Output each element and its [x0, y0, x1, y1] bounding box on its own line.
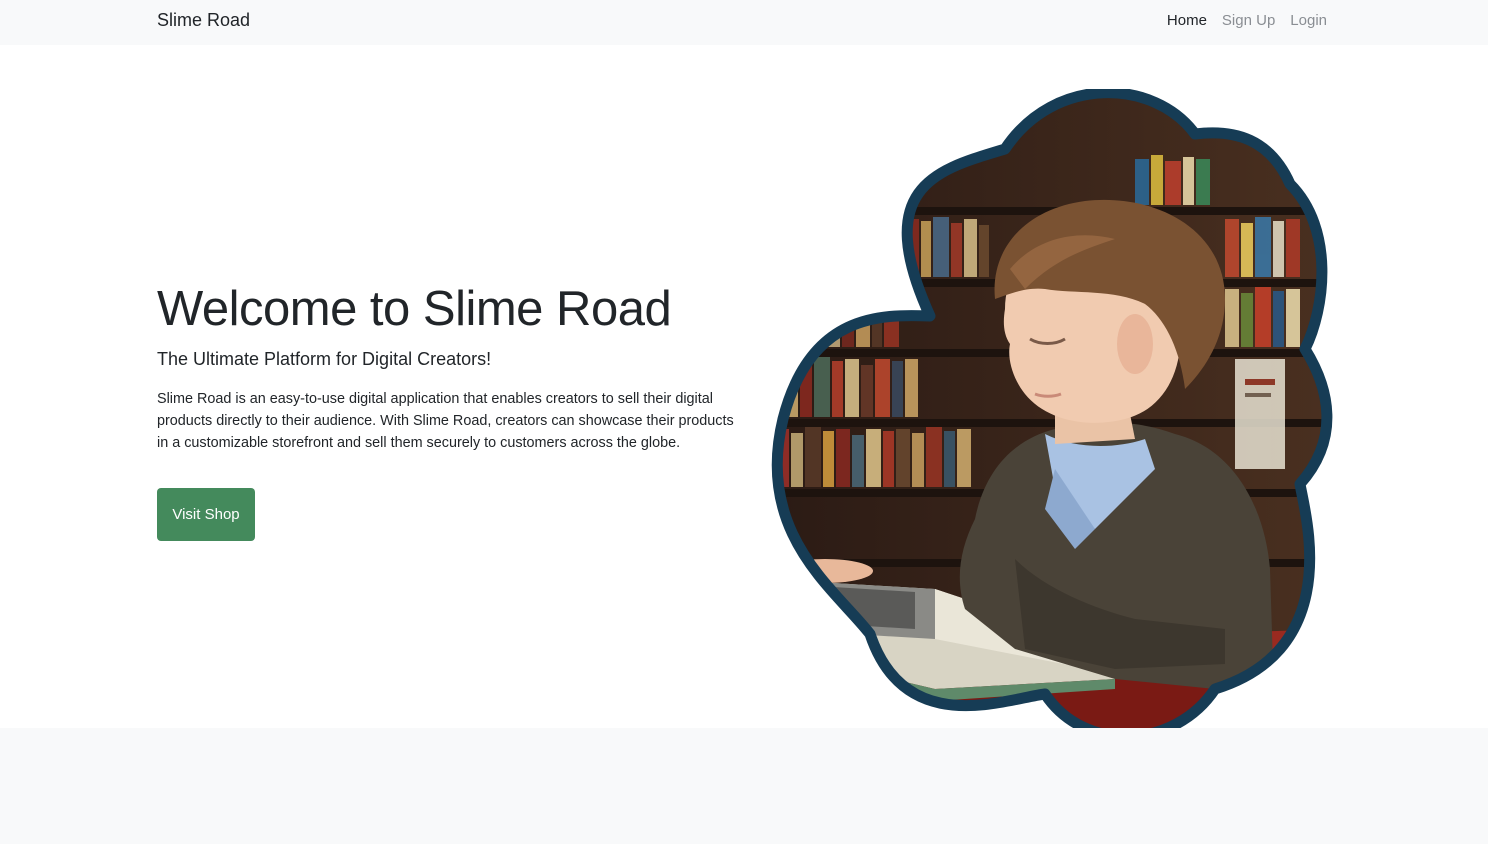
hero-description: Slime Road is an easy-to-use digital app… [157, 391, 734, 451]
nav-home-link[interactable]: Home [1167, 12, 1207, 29]
brand-link[interactable]: Slime Road [157, 10, 250, 31]
visit-shop-button[interactable]: Visit Shop [157, 488, 255, 541]
hero-section: Welcome to Slime Road The Ultimate Platf… [0, 45, 1488, 729]
nav-login-link[interactable]: Login [1290, 12, 1327, 29]
nav-signup-link[interactable]: Sign Up [1222, 12, 1275, 29]
hero-title: Welcome to Slime Road [157, 282, 672, 336]
hero-image [771, 89, 1333, 729]
hero-subtitle: The Ultimate Platform for Digital Creato… [157, 349, 492, 369]
navbar: Slime Road Home Sign Up Login [0, 0, 1488, 45]
nav-links: Home Sign Up Login [1167, 12, 1327, 29]
footer-band [0, 728, 1488, 844]
